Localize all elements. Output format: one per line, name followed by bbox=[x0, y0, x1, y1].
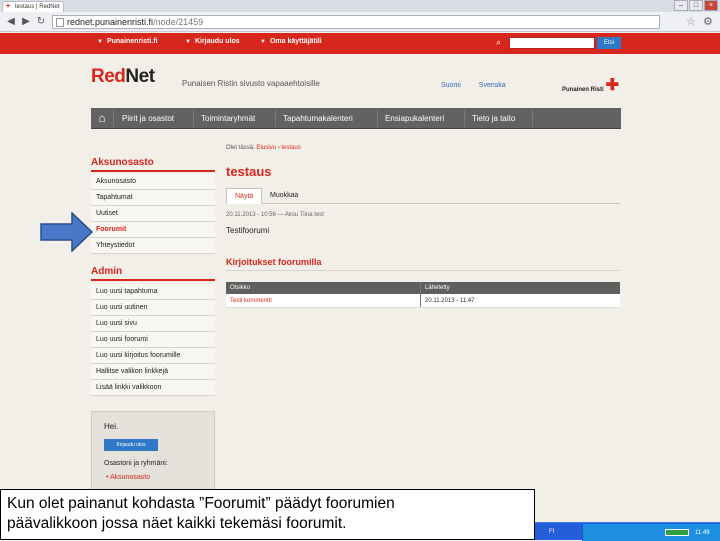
breadcrumb-path[interactable]: Etusivu › testaus bbox=[256, 145, 300, 151]
close-icon[interactable]: × bbox=[704, 0, 718, 11]
nav-divider bbox=[275, 110, 276, 127]
groups-label: Osastoni ja ryhmäni: bbox=[104, 460, 168, 467]
nav-divider bbox=[464, 110, 465, 127]
sidebar-item-tapahtumat[interactable]: Tapahtumat bbox=[91, 190, 215, 206]
sidebar-menu: Aksunosasto Tapahtumat Uutiset Foorumit … bbox=[91, 174, 215, 254]
post-date: 20.11.2013 - 11:47 bbox=[425, 298, 475, 304]
topbar-link-logout[interactable]: ▼ Kirjaudu ulos bbox=[185, 38, 240, 45]
admin-item-add-link[interactable]: Lisää linkki valikkoon bbox=[91, 380, 215, 396]
admin-item-new-forum-post[interactable]: Luo uusi kirjoitus foorumille bbox=[91, 348, 215, 364]
sidebar-divider bbox=[91, 170, 215, 172]
red-cross-icon: ✚ bbox=[605, 77, 619, 94]
admin-item-manage-links[interactable]: Hallitse valikon linkkejä bbox=[91, 364, 215, 380]
user-greeting: Hei. bbox=[104, 422, 119, 431]
address-bar: ◀ ▶ ↻ rednet.punainenristi.fi/node/21459… bbox=[0, 12, 720, 32]
page-icon bbox=[56, 18, 64, 27]
instruction-caption: Kun olet painanut kohdasta ”Foorumit” pä… bbox=[0, 489, 535, 540]
admin-title: Admin bbox=[91, 266, 123, 277]
nav-divider bbox=[532, 110, 533, 127]
url-host: rednet.punainenristi.fi bbox=[67, 17, 154, 27]
tab-edit[interactable]: Muokkaa bbox=[262, 188, 306, 204]
reload-icon[interactable]: ↻ bbox=[34, 15, 48, 29]
sidebar-section-title: Aksunosasto bbox=[91, 157, 154, 168]
posts-section-title: Kirjoitukset foorumilla bbox=[226, 257, 322, 267]
pointer-arrow-icon bbox=[40, 212, 94, 252]
admin-item-new-event[interactable]: Luo uusi tapahtuma bbox=[91, 284, 215, 300]
column-header-title[interactable]: Otsikko bbox=[226, 282, 421, 294]
forward-arrow-icon[interactable]: ▶ bbox=[19, 15, 33, 29]
topbar-link-punainenristi[interactable]: ▼ Punainenristi.fi bbox=[97, 38, 158, 45]
search-button[interactable]: Etsi bbox=[597, 37, 621, 49]
chevron-down-icon: ▼ bbox=[185, 39, 191, 45]
punainen-risti-logo[interactable]: ✚ Punainen Risti bbox=[562, 77, 622, 96]
home-icon[interactable]: ⌂ bbox=[95, 111, 109, 125]
posts-table: Otsikko Lähetetty Testi kommentti 20.11.… bbox=[226, 282, 620, 308]
admin-item-new-news[interactable]: Luo uusi uutinen bbox=[91, 300, 215, 316]
lang-link-suomi[interactable]: Suomi bbox=[441, 82, 461, 89]
content-tabs: Näytä Muokkaa bbox=[226, 188, 620, 204]
language-indicator[interactable]: FI bbox=[549, 526, 554, 538]
page-title: testaus bbox=[226, 164, 272, 179]
nav-item-tieto[interactable]: Tieto ja taito bbox=[472, 114, 515, 123]
nav-divider bbox=[377, 110, 378, 127]
topbar-link-account[interactable]: ▼ Oma käyttäjätili bbox=[260, 38, 322, 45]
site-tagline: Punaisen Ristin sivusto vapaaehtoisille bbox=[182, 79, 320, 88]
wrench-icon[interactable]: ⚙ bbox=[703, 15, 713, 28]
nav-item-tapahtumakalenteri[interactable]: Tapahtumakalenteri bbox=[283, 114, 353, 123]
nav-divider bbox=[113, 110, 114, 127]
breadcrumb-label: Olet tässä: bbox=[226, 145, 255, 151]
bookmark-star-icon[interactable]: ☆ bbox=[686, 15, 696, 28]
post-body: Testifoorumi bbox=[226, 226, 270, 235]
logout-button[interactable]: Kirjaudu ulos bbox=[104, 439, 158, 451]
nav-divider bbox=[193, 110, 194, 127]
admin-item-new-forum[interactable]: Luo uusi foorumi bbox=[91, 332, 215, 348]
caption-line-1: Kun olet painanut kohdasta ”Foorumit” pä… bbox=[7, 495, 395, 512]
table-row: Testi kommentti 20.11.2013 - 11:47 bbox=[226, 294, 620, 308]
lang-link-svenska[interactable]: Svenska bbox=[479, 82, 506, 89]
search-icon: ⌕ bbox=[496, 37, 502, 47]
redcross-favicon-icon: + bbox=[6, 3, 11, 10]
post-meta: 20.11.2013 - 10:56 — Aksu Tiina test bbox=[226, 212, 324, 218]
windows-taskbar: FI 11:49 bbox=[535, 522, 720, 541]
network-icon[interactable] bbox=[665, 529, 689, 536]
post-link[interactable]: Testi kommentti bbox=[226, 294, 421, 307]
search-input[interactable] bbox=[509, 37, 595, 49]
admin-divider bbox=[91, 279, 215, 281]
breadcrumb: Olet tässä: Etusivu › testaus bbox=[226, 145, 301, 151]
rednet-logo[interactable]: RedNet bbox=[91, 66, 155, 88]
nav-item-ensiapukalenteri[interactable]: Ensiapukalenteri bbox=[385, 114, 444, 123]
chevron-down-icon: ▼ bbox=[260, 39, 266, 45]
group-link[interactable]: • Aksunosasto bbox=[106, 474, 150, 481]
language-links: Suomi Svenska bbox=[441, 82, 522, 89]
browser-tab[interactable]: + testaus | RedNet bbox=[2, 1, 64, 12]
nav-item-piirit[interactable]: Piirit ja osastot bbox=[122, 114, 174, 123]
column-header-sent[interactable]: Lähetetty bbox=[421, 282, 620, 294]
tab-title: testaus | RedNet bbox=[15, 4, 60, 10]
tab-view[interactable]: Näytä bbox=[226, 188, 263, 204]
sidebar-item-yhteystiedot[interactable]: Yhteystiedot bbox=[91, 238, 215, 254]
back-arrow-icon[interactable]: ◀ bbox=[4, 15, 18, 29]
nav-item-toimintaryhmat[interactable]: Toimintaryhmät bbox=[201, 114, 255, 123]
main-navigation: ⌂ Piirit ja osastot Toimintaryhmät Tapah… bbox=[91, 108, 621, 129]
url-path: /node/21459 bbox=[153, 17, 204, 27]
admin-item-new-page[interactable]: Luo uusi sivu bbox=[91, 316, 215, 332]
sidebar-item-uutiset[interactable]: Uutiset bbox=[91, 206, 215, 222]
url-input[interactable]: rednet.punainenristi.fi/node/21459 bbox=[52, 15, 660, 29]
table-header: Otsikko Lähetetty bbox=[226, 282, 620, 294]
browser-tab-strip: + testaus | RedNet – □ × bbox=[0, 0, 720, 12]
sidebar-item-foorumit[interactable]: Foorumit bbox=[91, 222, 215, 238]
chevron-down-icon: ▼ bbox=[97, 39, 103, 45]
window-controls: – □ × bbox=[674, 0, 718, 12]
clock[interactable]: 11:49 bbox=[695, 527, 710, 539]
top-red-bar: ▼ Punainenristi.fi ▼ Kirjaudu ulos ▼ Oma kä… bbox=[0, 33, 720, 54]
caption-line-2: päävalikkoon jossa näet kaikki tekemäsi … bbox=[7, 515, 347, 532]
minimize-icon[interactable]: – bbox=[674, 0, 688, 11]
sidebar-item-aksunosasto[interactable]: Aksunosasto bbox=[91, 174, 215, 190]
system-tray: 11:49 bbox=[582, 524, 720, 541]
section-divider bbox=[226, 270, 620, 271]
admin-menu: Luo uusi tapahtuma Luo uusi uutinen Luo … bbox=[91, 284, 215, 396]
maximize-icon[interactable]: □ bbox=[689, 0, 703, 11]
